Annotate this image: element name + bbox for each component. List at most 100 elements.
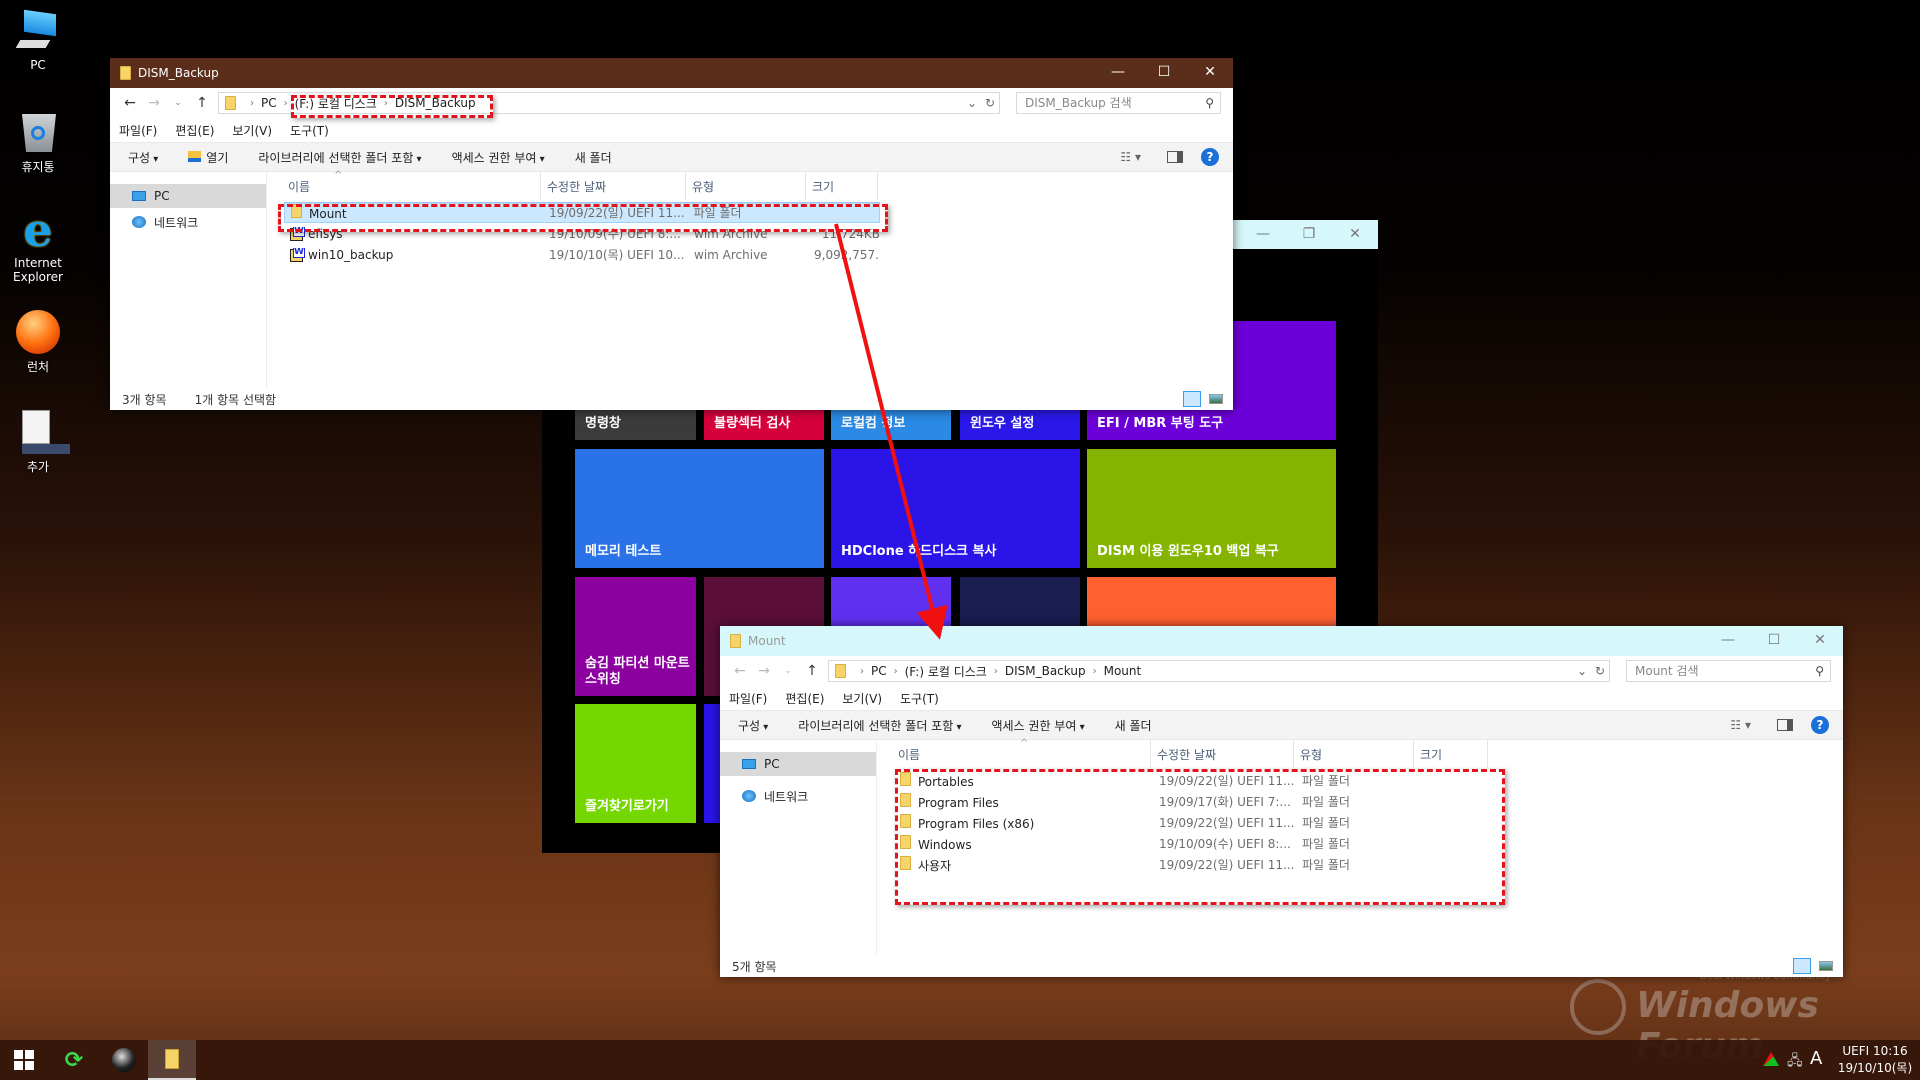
back-button[interactable]: ←: [728, 663, 752, 679]
titlebar[interactable]: DISM_Backup — ☐ ✕: [110, 58, 1233, 88]
details-view-icon[interactable]: [1793, 958, 1811, 974]
taskbar-launcher-app[interactable]: [100, 1040, 148, 1080]
refresh-icon[interactable]: ↻: [985, 96, 995, 110]
file-row[interactable]: efisys 19/10/09(수) UEFI 8:... wim Archive 1…: [284, 223, 880, 244]
file-row[interactable]: Mount 19/09/22(일) UEFI 11... 파일 폴더: [284, 202, 880, 223]
breadcrumb-drive[interactable]: (F:) 로컬 디스크: [905, 663, 987, 680]
address-bar[interactable]: › PC › (F:) 로컬 디스크 › DISM_Backup › Mount ⌄ ↻: [828, 660, 1610, 682]
menu-edit[interactable]: 편집(E): [785, 690, 824, 707]
launcher-tile[interactable]: 즐겨찾기로가기: [575, 704, 696, 823]
desktop-icon-recycle-bin[interactable]: 휴지통: [2, 110, 74, 175]
maximize-button[interactable]: ☐: [1751, 626, 1797, 656]
share-with-button[interactable]: 액세스 권한 부여: [452, 149, 545, 166]
column-name[interactable]: 이름: [892, 740, 1151, 768]
up-button[interactable]: ↑: [800, 663, 824, 679]
launcher-tile[interactable]: DISM 이용 윈도우10 백업 복구: [1087, 449, 1336, 568]
nav-item-network[interactable]: 네트워크: [720, 784, 876, 808]
minimize-button[interactable]: —: [1240, 220, 1286, 249]
organize-button[interactable]: 구성: [738, 717, 768, 734]
column-name[interactable]: 이름: [282, 172, 541, 200]
network-warning-icon[interactable]: [1763, 1052, 1779, 1066]
ime-indicator[interactable]: A: [1810, 1048, 1822, 1069]
file-row[interactable]: 사용자 19/09/22(일) UEFI 11... 파일 폴더: [894, 854, 1490, 875]
clock[interactable]: UEFI 10:16 19/10/10(목): [1836, 1043, 1914, 1077]
up-button[interactable]: ↑: [190, 95, 214, 111]
file-row[interactable]: Windows 19/10/09(수) UEFI 8:... 파일 폴더: [894, 833, 1490, 854]
search-input[interactable]: DISM_Backup 검색 ⚲: [1016, 92, 1221, 114]
nav-item-pc[interactable]: PC: [110, 184, 266, 208]
column-type[interactable]: 유형: [1294, 740, 1414, 768]
nav-label: 네트워크: [764, 789, 809, 804]
view-options-icon[interactable]: ☷ ▾: [1120, 150, 1141, 164]
new-folder-button[interactable]: 새 폴더: [1115, 717, 1152, 734]
search-input[interactable]: Mount 검색 ⚲: [1626, 660, 1831, 682]
view-options-icon[interactable]: ☷ ▾: [1730, 718, 1751, 732]
close-button[interactable]: ✕: [1332, 220, 1378, 249]
open-button[interactable]: 열기: [188, 149, 228, 166]
taskbar-refresh-app[interactable]: ⟳: [50, 1040, 98, 1080]
menu-view[interactable]: 보기(V): [232, 122, 272, 139]
file-row[interactable]: Program Files (x86) 19/09/22(일) UEFI 11..…: [894, 812, 1490, 833]
desktop-icon-internet-explorer[interactable]: e Internet Explorer: [2, 207, 74, 284]
breadcrumb-dism-backup[interactable]: DISM_Backup: [395, 96, 476, 110]
new-folder-button[interactable]: 새 폴더: [575, 149, 612, 166]
column-type[interactable]: 유형: [686, 172, 806, 200]
close-button[interactable]: ✕: [1187, 58, 1233, 88]
nav-item-pc[interactable]: PC: [720, 752, 876, 776]
menu-view[interactable]: 보기(V): [842, 690, 882, 707]
details-view-icon[interactable]: [1183, 391, 1201, 407]
forward-button[interactable]: →: [142, 95, 166, 111]
close-button[interactable]: ✕: [1797, 626, 1843, 656]
file-row[interactable]: Program Files 19/09/17(화) UEFI 7:... 파일 폴더: [894, 791, 1490, 812]
recent-locations-chevron-icon[interactable]: ⌄: [776, 666, 800, 676]
launcher-tile[interactable]: HDClone 하드디스크 복사: [831, 449, 1080, 568]
large-icons-view-icon[interactable]: [1209, 394, 1223, 404]
nav-item-network[interactable]: 네트워크: [110, 210, 266, 234]
menu-tools[interactable]: 도구(T): [900, 690, 939, 707]
address-dropdown-icon[interactable]: ⌄: [1577, 664, 1587, 678]
back-button[interactable]: ←: [118, 95, 142, 111]
breadcrumb-mount[interactable]: Mount: [1104, 664, 1142, 678]
recent-locations-chevron-icon[interactable]: ⌄: [166, 98, 190, 108]
desktop-icon-pc[interactable]: PC: [2, 9, 74, 72]
launcher-tile[interactable]: 메모리 테스트: [575, 449, 824, 568]
column-size[interactable]: 크기: [1414, 740, 1488, 768]
preview-pane-icon[interactable]: [1777, 719, 1793, 731]
minimize-button[interactable]: —: [1095, 58, 1141, 88]
taskbar-file-explorer[interactable]: [148, 1040, 196, 1080]
titlebar[interactable]: Mount — ☐ ✕: [720, 626, 1843, 656]
launcher-tile[interactable]: 숨김 파티션 마운트 스위칭: [575, 577, 696, 696]
forward-button[interactable]: →: [752, 663, 776, 679]
restore-button[interactable]: ❐: [1286, 220, 1332, 249]
help-icon[interactable]: ?: [1811, 716, 1829, 734]
breadcrumb-drive[interactable]: (F:) 로컬 디스크: [295, 95, 377, 112]
network-icon[interactable]: 🖧: [1787, 1050, 1803, 1074]
menu-file[interactable]: 파일(F): [729, 690, 767, 707]
share-with-button[interactable]: 액세스 권한 부여: [991, 717, 1084, 734]
include-in-library-button[interactable]: 라이브러리에 선택한 폴더 포함: [258, 149, 421, 166]
column-size[interactable]: 크기: [806, 172, 878, 200]
column-date[interactable]: 수정한 날짜: [1151, 740, 1294, 768]
breadcrumb-pc[interactable]: PC: [871, 664, 887, 678]
large-icons-view-icon[interactable]: [1819, 961, 1833, 971]
menu-edit[interactable]: 편집(E): [175, 122, 214, 139]
organize-button[interactable]: 구성: [128, 149, 158, 166]
menu-file[interactable]: 파일(F): [119, 122, 157, 139]
start-button[interactable]: [0, 1040, 48, 1080]
include-in-library-button[interactable]: 라이브러리에 선택한 폴더 포함: [798, 717, 961, 734]
refresh-icon[interactable]: ↻: [1595, 664, 1605, 678]
breadcrumb-dism-backup[interactable]: DISM_Backup: [1005, 664, 1086, 678]
preview-pane-icon[interactable]: [1167, 151, 1183, 163]
menu-tools[interactable]: 도구(T): [290, 122, 329, 139]
maximize-button[interactable]: ☐: [1141, 58, 1187, 88]
file-row[interactable]: Portables 19/09/22(일) UEFI 11... 파일 폴더: [894, 770, 1490, 791]
help-icon[interactable]: ?: [1201, 148, 1219, 166]
desktop-icon-add[interactable]: 추가: [2, 410, 74, 475]
file-row[interactable]: win10_backup 19/10/10(목) UEFI 10... wim Ar…: [284, 244, 880, 265]
minimize-button[interactable]: —: [1705, 626, 1751, 656]
address-bar[interactable]: › PC › (F:) 로컬 디스크 › DISM_Backup ⌄ ↻: [218, 92, 1000, 114]
column-date[interactable]: 수정한 날짜: [541, 172, 686, 200]
desktop-icon-launcher[interactable]: 런처: [2, 310, 74, 375]
breadcrumb-pc[interactable]: PC: [261, 96, 277, 110]
address-dropdown-icon[interactable]: ⌄: [967, 96, 977, 110]
